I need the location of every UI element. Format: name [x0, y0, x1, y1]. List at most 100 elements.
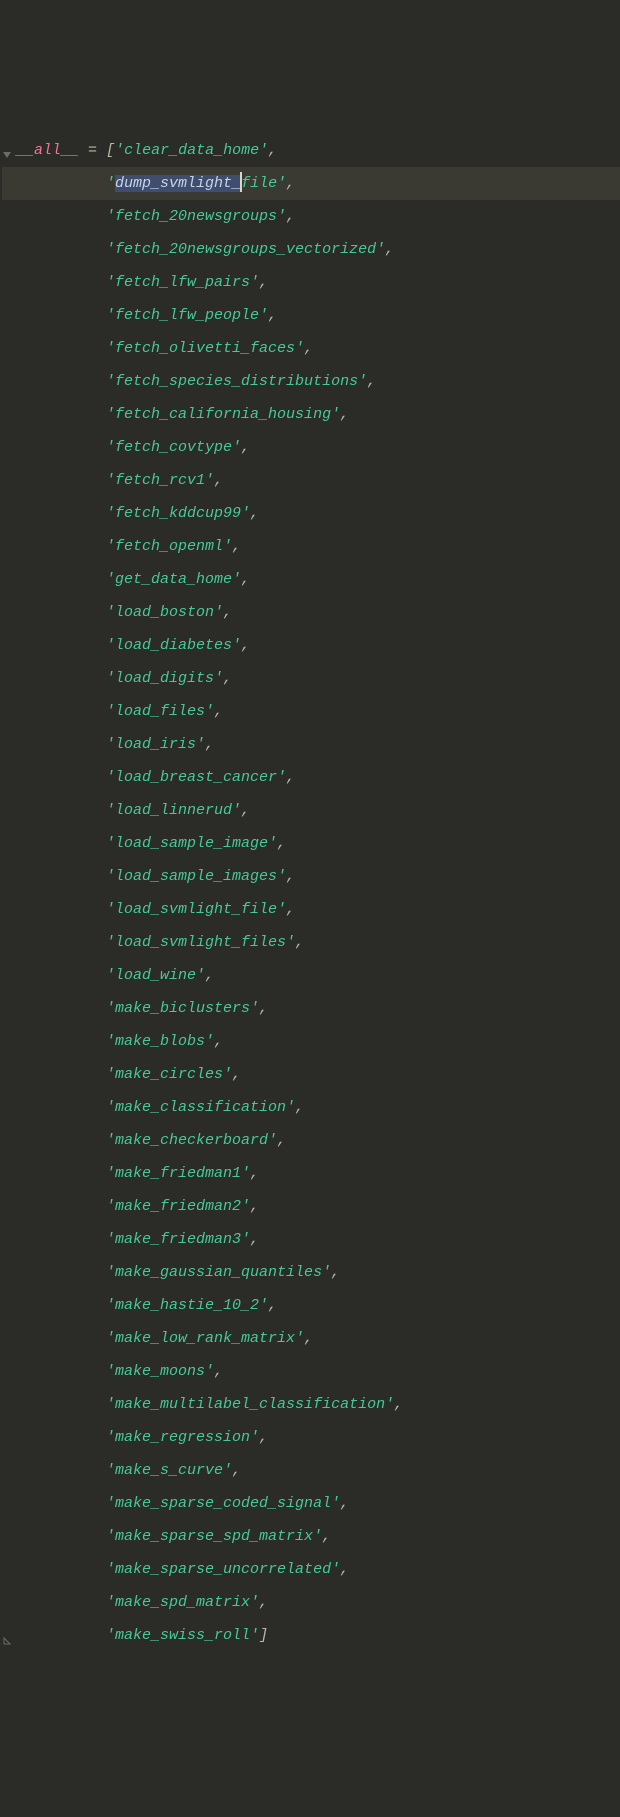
- indent: [16, 604, 106, 621]
- string-quote: ': [277, 901, 286, 918]
- code-line[interactable]: 'fetch_lfw_pairs',: [2, 266, 620, 299]
- line-content: 'make_sparse_uncorrelated',: [2, 1561, 349, 1578]
- line-content: 'make_biclusters',: [2, 1000, 268, 1017]
- string-quote: ': [223, 1066, 232, 1083]
- code-line[interactable]: 'make_circles',: [2, 1058, 620, 1091]
- text-selection: dump_svmlight_: [115, 175, 241, 192]
- comma: ,: [232, 538, 241, 555]
- code-line[interactable]: 'dump_svmlight_file',: [2, 167, 620, 200]
- string-quote: ': [106, 1297, 115, 1314]
- indent: [16, 736, 106, 753]
- string-literal: make_biclusters: [115, 1000, 250, 1017]
- code-line[interactable]: 'make_spd_matrix',: [2, 1586, 620, 1619]
- code-line[interactable]: 'make_moons',: [2, 1355, 620, 1388]
- line-content: 'load_sample_images',: [2, 868, 295, 885]
- code-line[interactable]: __all__ = ['clear_data_home',: [2, 134, 620, 167]
- line-content: __all__ = ['clear_data_home',: [2, 142, 277, 159]
- string-quote: ': [106, 1198, 115, 1215]
- line-content: 'fetch_species_distributions',: [2, 373, 376, 390]
- string-literal: make_gaussian_quantiles: [115, 1264, 322, 1281]
- comma: ,: [223, 670, 232, 687]
- indent: [16, 1627, 106, 1644]
- code-line[interactable]: 'fetch_kddcup99',: [2, 497, 620, 530]
- code-line[interactable]: 'make_friedman1',: [2, 1157, 620, 1190]
- code-line[interactable]: 'fetch_california_housing',: [2, 398, 620, 431]
- code-line[interactable]: 'load_breast_cancer',: [2, 761, 620, 794]
- string-quote: ': [241, 1198, 250, 1215]
- indent: [16, 769, 106, 786]
- string-quote: ': [322, 1264, 331, 1281]
- comma: ,: [241, 571, 250, 588]
- code-editor[interactable]: __all__ = ['clear_data_home', 'dump_svml…: [0, 132, 620, 1652]
- code-line[interactable]: 'load_wine',: [2, 959, 620, 992]
- string-quote: ': [106, 274, 115, 291]
- code-line[interactable]: 'make_low_rank_matrix',: [2, 1322, 620, 1355]
- indent: [16, 1561, 106, 1578]
- string-quote: ': [106, 175, 115, 192]
- string-quote: ': [241, 1231, 250, 1248]
- string-literal: load_svmlight_files: [115, 934, 286, 951]
- code-line[interactable]: 'fetch_openml',: [2, 530, 620, 563]
- code-line[interactable]: 'make_hastie_10_2',: [2, 1289, 620, 1322]
- code-line[interactable]: 'fetch_rcv1',: [2, 464, 620, 497]
- line-content: 'fetch_20newsgroups',: [2, 208, 295, 225]
- code-line[interactable]: 'fetch_species_distributions',: [2, 365, 620, 398]
- string-quote: ': [214, 604, 223, 621]
- code-line[interactable]: 'make_regression',: [2, 1421, 620, 1454]
- fold-close-icon[interactable]: [2, 1628, 16, 1642]
- code-line[interactable]: 'fetch_20newsgroups_vectorized',: [2, 233, 620, 266]
- code-line[interactable]: 'load_linnerud',: [2, 794, 620, 827]
- string-literal: make_spd_matrix: [115, 1594, 250, 1611]
- code-line[interactable]: 'make_friedman3',: [2, 1223, 620, 1256]
- string-quote: ': [106, 340, 115, 357]
- string-quote: ': [385, 1396, 394, 1413]
- code-line[interactable]: 'fetch_covtype',: [2, 431, 620, 464]
- comma: ,: [295, 1099, 304, 1116]
- code-line[interactable]: 'make_biclusters',: [2, 992, 620, 1025]
- code-line[interactable]: 'get_data_home',: [2, 563, 620, 596]
- code-line[interactable]: 'load_iris',: [2, 728, 620, 761]
- code-line[interactable]: 'make_blobs',: [2, 1025, 620, 1058]
- code-line[interactable]: 'load_boston',: [2, 596, 620, 629]
- string-quote: ': [106, 571, 115, 588]
- line-content: 'fetch_olivetti_faces',: [2, 340, 313, 357]
- code-line[interactable]: 'make_multilabel_classification',: [2, 1388, 620, 1421]
- code-line[interactable]: 'make_classification',: [2, 1091, 620, 1124]
- string-quote: ': [250, 274, 259, 291]
- string-quote: ': [295, 1330, 304, 1347]
- code-line[interactable]: 'make_gaussian_quantiles',: [2, 1256, 620, 1289]
- indent: [16, 406, 106, 423]
- string-quote: ': [358, 373, 367, 390]
- string-literal: make_friedman3: [115, 1231, 241, 1248]
- code-line[interactable]: 'fetch_20newsgroups',: [2, 200, 620, 233]
- string-quote: ': [286, 1099, 295, 1116]
- code-line[interactable]: 'load_sample_image',: [2, 827, 620, 860]
- code-line[interactable]: 'load_svmlight_files',: [2, 926, 620, 959]
- code-line[interactable]: 'load_sample_images',: [2, 860, 620, 893]
- string-quote: ': [241, 1165, 250, 1182]
- code-line[interactable]: 'load_digits',: [2, 662, 620, 695]
- comma: ,: [259, 1000, 268, 1017]
- code-line[interactable]: 'fetch_olivetti_faces',: [2, 332, 620, 365]
- code-line[interactable]: 'make_sparse_spd_matrix',: [2, 1520, 620, 1553]
- code-line[interactable]: 'make_sparse_coded_signal',: [2, 1487, 620, 1520]
- string-quote: ': [106, 670, 115, 687]
- comma: ,: [241, 439, 250, 456]
- line-content: 'make_friedman2',: [2, 1198, 259, 1215]
- code-line[interactable]: 'make_sparse_uncorrelated',: [2, 1553, 620, 1586]
- code-line[interactable]: 'make_swiss_roll']: [2, 1619, 620, 1652]
- code-line[interactable]: 'fetch_lfw_people',: [2, 299, 620, 332]
- string-literal: file: [241, 175, 277, 192]
- code-line[interactable]: 'load_files',: [2, 695, 620, 728]
- indent: [16, 1165, 106, 1182]
- code-line[interactable]: 'make_friedman2',: [2, 1190, 620, 1223]
- code-line[interactable]: 'make_s_curve',: [2, 1454, 620, 1487]
- code-line[interactable]: 'make_checkerboard',: [2, 1124, 620, 1157]
- string-quote: ': [196, 967, 205, 984]
- fold-icon[interactable]: [2, 143, 16, 157]
- comma: ,: [205, 736, 214, 753]
- comma: ,: [385, 241, 394, 258]
- code-line[interactable]: 'load_svmlight_file',: [2, 893, 620, 926]
- code-line[interactable]: 'load_diabetes',: [2, 629, 620, 662]
- comma: ,: [241, 802, 250, 819]
